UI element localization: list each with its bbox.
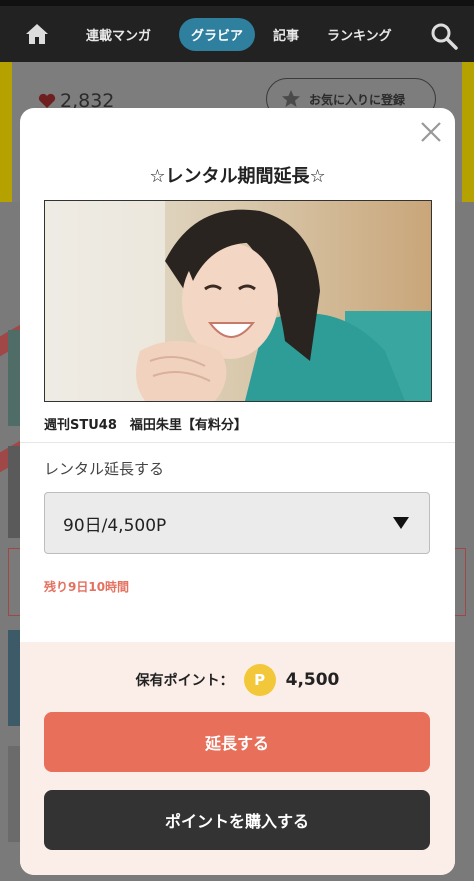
points-label: 保有ポイント： bbox=[135, 673, 234, 689]
background-accent bbox=[0, 62, 12, 202]
gravure-photo bbox=[44, 200, 432, 402]
close-icon[interactable] bbox=[419, 120, 443, 144]
points-value: 4,500 bbox=[285, 670, 340, 690]
remaining-time: 残り9日10時間 bbox=[44, 580, 130, 594]
modal-footer: 保有ポイント： P 4,500 延長する ポイントを購入する bbox=[20, 642, 455, 875]
star-icon bbox=[282, 90, 300, 107]
buy-points-button[interactable]: ポイントを購入する bbox=[44, 790, 430, 850]
heart-icon bbox=[38, 93, 56, 108]
divider bbox=[20, 442, 455, 443]
background-box bbox=[455, 548, 466, 616]
top-nav: 連載マンガ グラビア 記事 ランキング bbox=[0, 0, 474, 62]
search-icon[interactable] bbox=[430, 22, 460, 52]
nav-item-ranking[interactable]: ランキング bbox=[315, 18, 404, 51]
points-balance: 保有ポイント： P 4,500 bbox=[20, 664, 455, 696]
rental-extension-modal: ☆レンタル期間延長☆ 週刊STU48 福田朱里【有料分】 レンタル延長する 90… bbox=[20, 108, 455, 875]
modal-title: ☆レンタル期間延長☆ bbox=[149, 166, 326, 187]
dropdown-arrow-icon bbox=[393, 517, 409, 529]
nav-item-articles[interactable]: 記事 bbox=[261, 18, 311, 51]
nav-item-gravure[interactable]: グラビア bbox=[179, 17, 256, 51]
favorite-label: お気に入りに登録 bbox=[309, 92, 406, 107]
nav-item-manga[interactable]: 連載マンガ bbox=[74, 18, 163, 51]
point-coin-icon: P bbox=[243, 664, 276, 696]
background-accent bbox=[462, 62, 474, 202]
extend-button[interactable]: 延長する bbox=[44, 712, 430, 772]
product-title: 週刊STU48 福田朱里【有料分】 bbox=[44, 418, 247, 433]
rental-period-select[interactable]: 90日/4,500P bbox=[44, 492, 430, 554]
rental-extension-label: レンタル延長する bbox=[44, 460, 165, 478]
rental-period-selected-value: 90日/4,500P bbox=[63, 515, 167, 536]
home-icon[interactable] bbox=[22, 19, 52, 49]
